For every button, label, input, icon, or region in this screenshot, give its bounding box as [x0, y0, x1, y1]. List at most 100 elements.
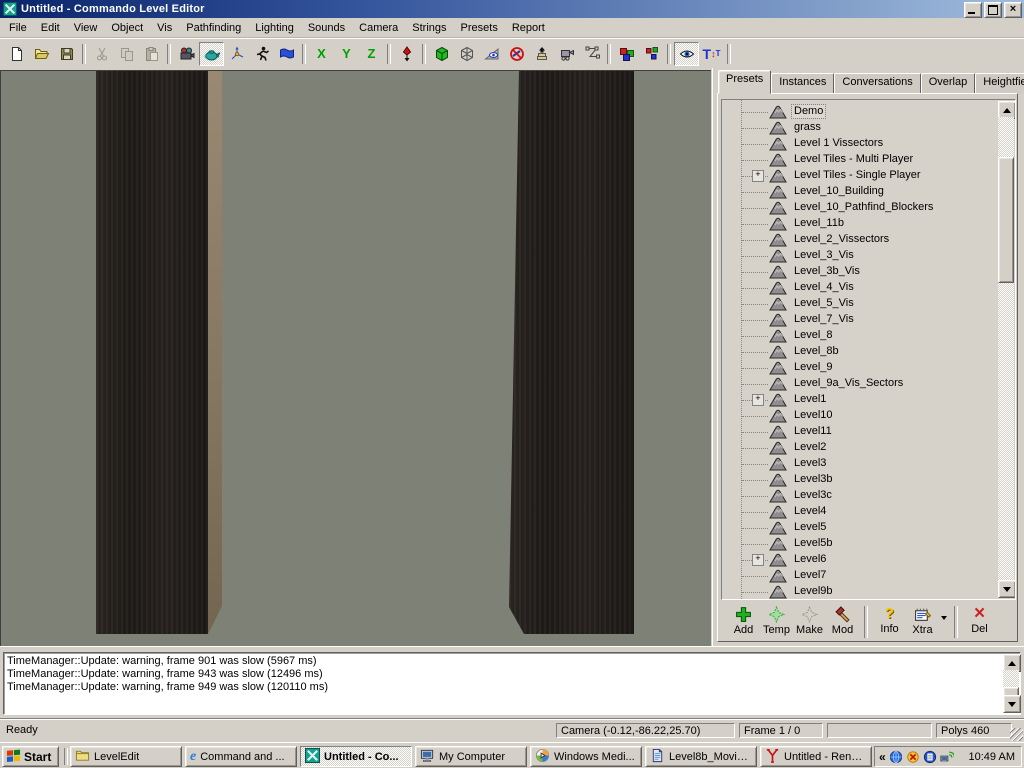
menu-presets[interactable]: Presets	[454, 20, 505, 36]
maximize-button[interactable]	[984, 2, 1002, 18]
tree-item[interactable]: +Level1	[723, 392, 997, 408]
axis-x-button[interactable]: X	[309, 42, 334, 66]
menu-file[interactable]: File	[2, 20, 34, 36]
taskbar-button-command-and[interactable]: eCommand and ...	[185, 746, 297, 767]
tree-item[interactable]: Level5	[723, 520, 997, 536]
running-man-button[interactable]	[249, 42, 274, 66]
log-output[interactable]: TimeManager::Update: warning, frame 901 …	[3, 652, 1021, 715]
tree-item[interactable]: Demo	[723, 104, 997, 120]
viewport-3d[interactable]	[0, 70, 711, 646]
wire-cube-button[interactable]	[454, 42, 479, 66]
tree-item[interactable]: Level4	[723, 504, 997, 520]
tree-item[interactable]: +Level Tiles - Single Player	[723, 168, 997, 184]
tray-expand-chevron[interactable]: «	[879, 750, 886, 764]
axis-z-button[interactable]: Z	[359, 42, 384, 66]
del-preset-button[interactable]: ×Del	[963, 605, 996, 639]
tree-item[interactable]: Level_3_Vis	[723, 248, 997, 264]
expand-plus-icon[interactable]: +	[752, 394, 764, 406]
menu-strings[interactable]: Strings	[405, 20, 453, 36]
rgb-cubes-button[interactable]	[614, 42, 639, 66]
eye-button[interactable]	[674, 42, 699, 66]
polygon-tool-button[interactable]	[579, 42, 604, 66]
tree-item[interactable]: Level3c	[723, 488, 997, 504]
title-bar[interactable]: Untitled - Commando Level Editor ×	[0, 0, 1024, 18]
expand-plus-icon[interactable]: +	[752, 170, 764, 182]
axis-y-button[interactable]: Y	[334, 42, 359, 66]
temp-preset-button[interactable]: Temp	[760, 605, 793, 639]
menu-camera[interactable]: Camera	[352, 20, 405, 36]
close-button[interactable]: ×	[1004, 2, 1022, 18]
scroll-down-button[interactable]	[998, 580, 1016, 598]
tree-item[interactable]: Level_5_Vis	[723, 296, 997, 312]
menu-pathfinding[interactable]: Pathfinding	[179, 20, 248, 36]
expand-plus-icon[interactable]: +	[752, 554, 764, 566]
paste-button[interactable]	[139, 42, 164, 66]
menu-sounds[interactable]: Sounds	[301, 20, 352, 36]
resize-grip[interactable]	[1010, 728, 1023, 741]
alert-ball-icon[interactable]	[906, 750, 920, 764]
stack-up-button[interactable]	[529, 42, 554, 66]
menu-report[interactable]: Report	[505, 20, 552, 36]
cut-button[interactable]	[89, 42, 114, 66]
add-preset-button[interactable]: Add	[727, 605, 760, 639]
tree-item[interactable]: grass	[723, 120, 997, 136]
taskbar-button-untitled-co[interactable]: Untitled - Co...	[300, 746, 412, 767]
tree-item[interactable]: Level10	[723, 408, 997, 424]
solid-cube-button[interactable]	[429, 42, 454, 66]
info-preset-button[interactable]: ?Info	[873, 605, 906, 639]
tree-item[interactable]: Level9b	[723, 584, 997, 600]
menu-view[interactable]: View	[67, 20, 105, 36]
tree-item[interactable]: Level_10_Pathfind_Blockers	[723, 200, 997, 216]
tree-item[interactable]: Level_10_Building	[723, 184, 997, 200]
tree-item[interactable]: Level_9	[723, 360, 997, 376]
tree-item[interactable]: Level_4_Vis	[723, 280, 997, 296]
taskbar-button-leveledit[interactable]: LevelEdit	[70, 746, 182, 767]
taskbar-button-windows-medi[interactable]: Windows Medi...	[530, 746, 642, 767]
tree-item[interactable]: Level5b	[723, 536, 997, 552]
tree-item[interactable]: Level_8b	[723, 344, 997, 360]
tree-item[interactable]: Level11	[723, 424, 997, 440]
rgb-squares-button[interactable]	[639, 42, 664, 66]
scroll-down-button[interactable]	[1003, 695, 1021, 713]
menu-vis[interactable]: Vis	[150, 20, 179, 36]
mod-preset-button[interactable]: Mod	[826, 605, 859, 639]
menu-object[interactable]: Object	[104, 20, 150, 36]
teapot-button[interactable]	[199, 42, 224, 66]
disc-doc-icon[interactable]	[923, 750, 937, 764]
taskbar-button-untitled-renx[interactable]: Untitled - RenX...	[760, 746, 872, 767]
vis-disable-button[interactable]	[504, 42, 529, 66]
tree-item[interactable]: Level_7_Vis	[723, 312, 997, 328]
network-monitor-icon[interactable]	[940, 750, 954, 764]
waypoint-flag-button[interactable]	[274, 42, 299, 66]
globe-icon[interactable]	[889, 750, 903, 764]
drop-to-ground-button[interactable]	[394, 42, 419, 66]
xtra-preset-button[interactable]: Xtra	[906, 605, 939, 639]
copy-button[interactable]	[114, 42, 139, 66]
new-file-button[interactable]	[4, 42, 29, 66]
menu-lighting[interactable]: Lighting	[248, 20, 301, 36]
tree-item[interactable]: Level_9a_Vis_Sectors	[723, 376, 997, 392]
presets-tree[interactable]: DemograssLevel 1 VissectorsLevel Tiles -…	[721, 99, 1016, 600]
log-scrollbar[interactable]	[1003, 654, 1019, 713]
tree-item[interactable]: Level_8	[723, 328, 997, 344]
tab-conversations[interactable]: Conversations	[834, 73, 920, 94]
tree-item[interactable]: Level3b	[723, 472, 997, 488]
tree-item[interactable]: Level3	[723, 456, 997, 472]
tab-heightfield[interactable]: Heightfield	[975, 73, 1024, 94]
tree-item[interactable]: +Level6	[723, 552, 997, 568]
make-preset-button[interactable]: Make	[793, 605, 826, 639]
axis-gizmo-button[interactable]	[224, 42, 249, 66]
tree-item[interactable]: Level Tiles - Multi Player	[723, 152, 997, 168]
text-tool-button[interactable]: T↕T	[699, 42, 724, 66]
xtra-dropdown-arrow[interactable]	[939, 609, 949, 627]
vis-camera-button[interactable]	[479, 42, 504, 66]
tree-item[interactable]: Level_11b	[723, 216, 997, 232]
tree-item[interactable]: Level 1 Vissectors	[723, 136, 997, 152]
tree-item[interactable]: Level7	[723, 568, 997, 584]
tray-clock[interactable]: 10:49 AM	[969, 751, 1015, 763]
taskbar-button-level8b-movie[interactable]: Level8b_Movie...	[645, 746, 757, 767]
tree-item[interactable]: Level2	[723, 440, 997, 456]
open-folder-button[interactable]	[29, 42, 54, 66]
scrollbar-thumb[interactable]	[998, 157, 1014, 283]
tree-item[interactable]: Level_3b_Vis	[723, 264, 997, 280]
